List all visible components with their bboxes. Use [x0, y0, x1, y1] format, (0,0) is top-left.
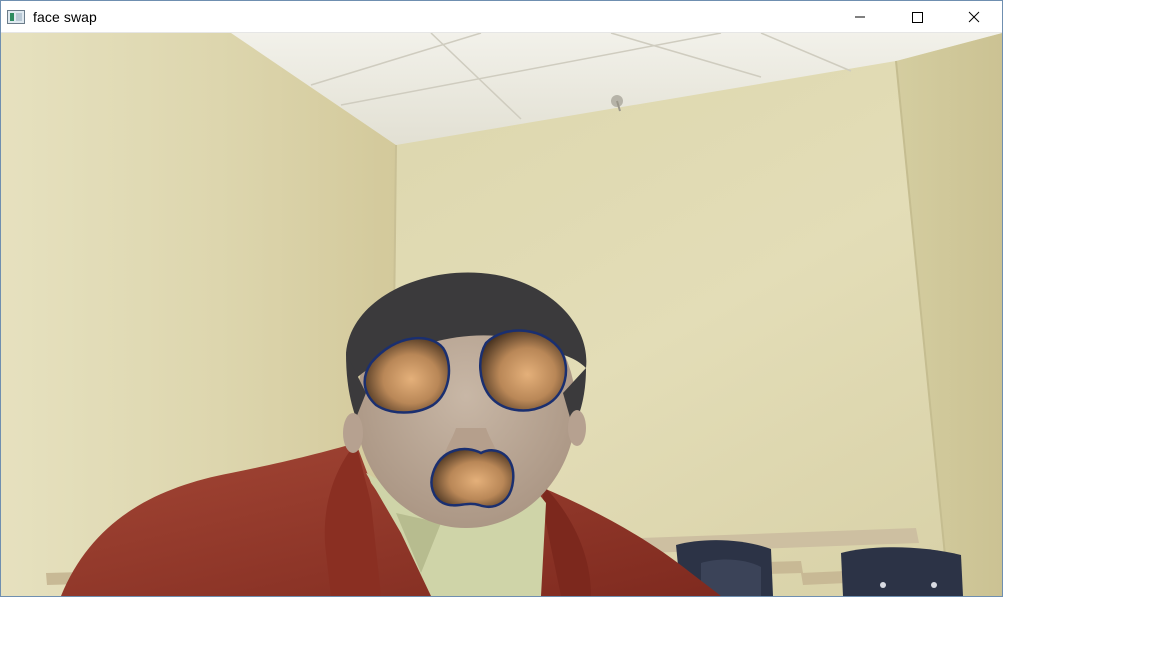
close-icon	[968, 11, 979, 23]
maximize-button[interactable]	[888, 1, 945, 33]
window-title: face swap	[33, 8, 97, 25]
minimize-icon	[854, 16, 865, 18]
face-swap-window: face swap	[0, 0, 1003, 597]
window-controls	[831, 1, 1002, 33]
maximize-icon	[911, 12, 923, 23]
app-window-icon	[7, 9, 25, 24]
title-bar[interactable]: face swap	[1, 1, 1002, 33]
webcam-frame	[1, 33, 1002, 596]
close-button[interactable]	[945, 1, 1002, 33]
webcam-scene	[1, 33, 1002, 596]
minimize-button[interactable]	[831, 1, 888, 33]
